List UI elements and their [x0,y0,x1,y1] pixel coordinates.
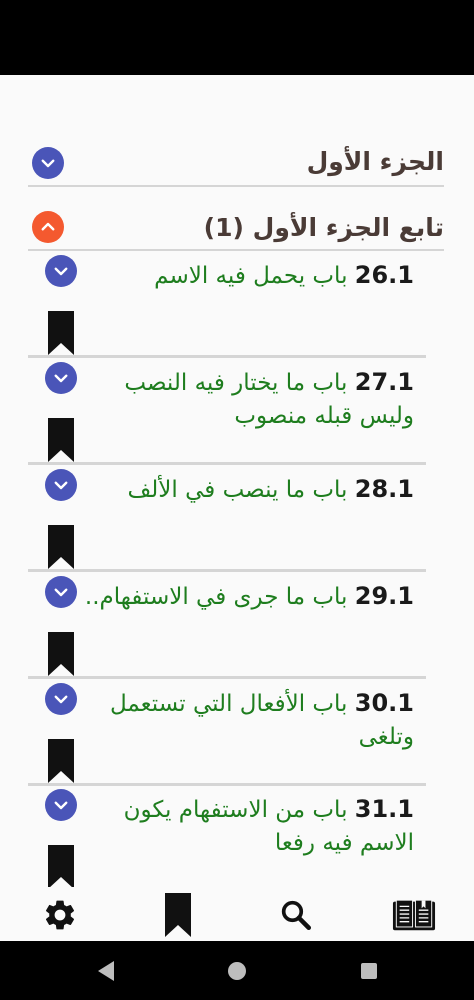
item-number: 26.1 [354,261,414,289]
chevron-down-icon[interactable] [32,147,64,179]
back-button[interactable] [94,959,118,983]
bookmark-icon[interactable] [48,525,74,569]
item-label: باب ما جرى في الاستفهام.. [84,584,348,610]
bookmark-icon[interactable] [48,311,74,355]
list-item[interactable]: 30.1 باب الأفعال التي تستعمل وتلغى [28,681,426,786]
book-button[interactable] [392,893,436,937]
chevron-up-icon[interactable] [32,211,64,243]
item-number: 31.1 [354,795,414,823]
system-nav-bar [0,941,474,1000]
search-icon [281,900,312,931]
chevron-down-icon[interactable] [45,683,77,715]
item-label: باب ما ينصب في الألف [127,477,348,503]
settings-icon [45,900,75,930]
item-title: 26.1 باب يحمل فيه الاسم [84,259,414,293]
item-number: 28.1 [354,475,414,503]
section-header-part-one[interactable]: الجزء الأول [28,137,444,187]
item-number: 29.1 [354,582,414,610]
divider [28,569,426,572]
item-number: 30.1 [354,689,414,717]
divider [28,249,444,251]
status-bar [0,0,474,75]
recents-icon [361,963,377,979]
item-title: 27.1 باب ما يختار فيه النصب وليس قبله من… [84,366,414,433]
search-button[interactable] [274,893,318,937]
section-title: تابع الجزء الأول (1) [203,213,444,242]
bookmark-icon[interactable] [48,632,74,676]
list-item[interactable]: 29.1 باب ما جرى في الاستفهام.. [28,574,426,679]
bookmarks-button[interactable] [156,893,200,937]
bookmark-icon[interactable] [48,739,74,783]
settings-button[interactable] [38,893,82,937]
book-icon [392,899,436,931]
divider [28,676,426,679]
back-icon [98,961,114,981]
home-button[interactable] [225,959,249,983]
section-header-part-one-continued[interactable]: تابع الجزء الأول (1) [28,203,444,253]
item-title: 31.1 باب من الاستفهام يكون الاسم فيه رفع… [84,793,414,860]
section-title: الجزء الأول [306,147,444,176]
list-item[interactable]: 26.1 باب يحمل فيه الاسم [28,253,426,358]
chevron-down-icon[interactable] [45,469,77,501]
chevron-down-icon[interactable] [45,576,77,608]
divider [28,355,426,358]
bookmark-icon [165,893,191,937]
app-screen: الجزء الأول تابع الجزء الأول (1) 26.1 با… [0,75,474,941]
divider [28,783,426,786]
list-item[interactable]: 27.1 باب ما يختار فيه النصب وليس قبله من… [28,360,426,465]
list-item[interactable]: 31.1 باب من الاستفهام يكون الاسم فيه رفع… [28,787,426,887]
recents-button[interactable] [357,959,381,983]
list-item[interactable]: 28.1 باب ما ينصب في الألف [28,467,426,572]
bookmark-icon[interactable] [48,845,74,887]
chevron-down-icon[interactable] [45,255,77,287]
chevron-down-icon[interactable] [45,789,77,821]
item-title: 28.1 باب ما ينصب في الألف [84,473,414,507]
home-icon [228,962,246,980]
divider [28,462,426,465]
item-label: باب يحمل فيه الاسم [154,263,348,289]
bottom-nav [0,887,474,941]
item-title: 30.1 باب الأفعال التي تستعمل وتلغى [84,687,414,754]
bookmark-icon[interactable] [48,418,74,462]
chapter-list[interactable]: الجزء الأول تابع الجزء الأول (1) 26.1 با… [0,75,474,887]
chevron-down-icon[interactable] [45,362,77,394]
divider [28,185,444,187]
item-number: 27.1 [354,368,414,396]
item-title: 29.1 باب ما جرى في الاستفهام.. [84,580,414,614]
